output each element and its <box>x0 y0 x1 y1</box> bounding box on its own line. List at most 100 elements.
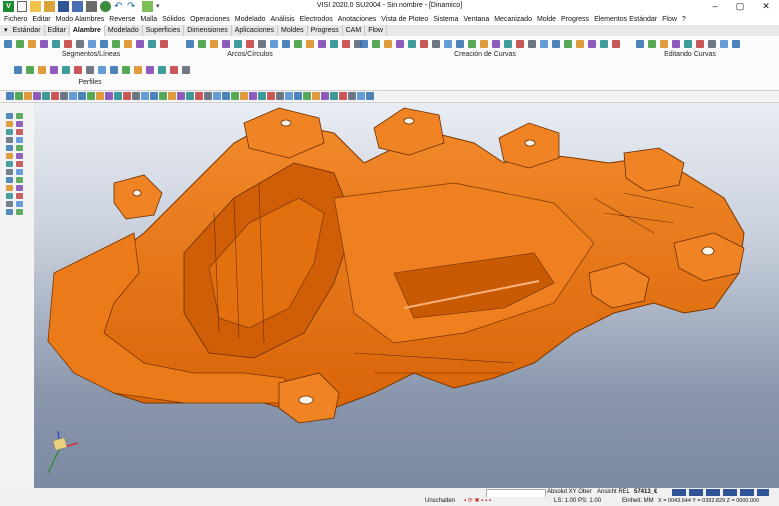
left-tool-icon-23[interactable] <box>16 201 23 207</box>
unschalten-label[interactable]: Unschalten <box>425 497 455 506</box>
ribbon-tab-6[interactable]: Aplicaciones <box>232 25 279 36</box>
left-tool-icon-6[interactable] <box>6 137 13 143</box>
minimize-button[interactable]: – <box>703 0 727 14</box>
view-tool-icon-17[interactable] <box>159 92 167 100</box>
perfiles-tool-icon-9[interactable] <box>122 66 130 74</box>
curvas-tool-icon-12[interactable] <box>504 40 512 48</box>
editando-tool-icon-5[interactable] <box>696 40 704 48</box>
segmentos-tool-icon-0[interactable] <box>4 40 12 48</box>
perfiles-tool-icon-13[interactable] <box>170 66 178 74</box>
menu-item-9[interactable]: Electrodos <box>300 14 333 25</box>
menu-item-18[interactable]: Flow <box>662 14 677 25</box>
ribbon-tab-3[interactable]: Modelado <box>105 25 143 36</box>
left-tool-icon-8[interactable] <box>6 145 13 151</box>
curvas-tool-icon-9[interactable] <box>468 40 476 48</box>
arcos-tool-icon-11[interactable] <box>318 40 326 48</box>
perfiles-tool-icon-8[interactable] <box>110 66 118 74</box>
editando-tool-icon-7[interactable] <box>720 40 728 48</box>
view-tool-icon-6[interactable] <box>60 92 68 100</box>
arcos-tool-icon-8[interactable] <box>282 40 290 48</box>
ribbon-tab-1[interactable]: Editar <box>45 25 70 36</box>
ribbon-tab-7[interactable]: Moldes <box>278 25 308 36</box>
view-tool-icon-9[interactable] <box>87 92 95 100</box>
editando-tool-icon-3[interactable] <box>672 40 680 48</box>
menu-item-1[interactable]: Editar <box>32 14 50 25</box>
segmentos-tool-icon-7[interactable] <box>88 40 96 48</box>
perfiles-tool-icon-7[interactable] <box>98 66 106 74</box>
left-tool-icon-19[interactable] <box>16 185 23 191</box>
left-tool-icon-16[interactable] <box>6 177 13 183</box>
left-tool-icon-17[interactable] <box>16 177 23 183</box>
editando-tool-icon-1[interactable] <box>648 40 656 48</box>
view-tool-icon-10[interactable] <box>96 92 104 100</box>
left-tool-icon-3[interactable] <box>16 121 23 127</box>
arcos-tool-icon-2[interactable] <box>210 40 218 48</box>
view-nav-5-icon[interactable] <box>740 489 754 496</box>
left-tool-icon-10[interactable] <box>6 153 13 159</box>
menu-item-12[interactable]: Sistema <box>433 14 458 25</box>
perfiles-tool-icon-10[interactable] <box>134 66 142 74</box>
segmentos-tool-icon-1[interactable] <box>16 40 24 48</box>
view-tool-icon-37[interactable] <box>339 92 347 100</box>
view-tool-icon-3[interactable] <box>33 92 41 100</box>
view-tool-icon-5[interactable] <box>51 92 59 100</box>
arcos-tool-icon-4[interactable] <box>234 40 242 48</box>
view-nav-6-icon[interactable] <box>757 489 769 496</box>
view-tool-icon-27[interactable] <box>249 92 257 100</box>
curvas-tool-icon-15[interactable] <box>540 40 548 48</box>
left-tool-icon-15[interactable] <box>16 169 23 175</box>
close-button[interactable]: ✕ <box>754 0 778 14</box>
view-tool-icon-39[interactable] <box>357 92 365 100</box>
view-tool-icon-8[interactable] <box>78 92 86 100</box>
left-tool-icon-22[interactable] <box>6 201 13 207</box>
curvas-tool-icon-6[interactable] <box>432 40 440 48</box>
ribbon-tab-4[interactable]: Superficies <box>143 25 185 36</box>
view-tool-icon-32[interactable] <box>294 92 302 100</box>
arcos-tool-icon-12[interactable] <box>330 40 338 48</box>
arcos-tool-icon-7[interactable] <box>270 40 278 48</box>
curvas-tool-icon-0[interactable] <box>360 40 368 48</box>
view-tool-icon-24[interactable] <box>222 92 230 100</box>
view-tool-icon-29[interactable] <box>267 92 275 100</box>
view-tool-icon-2[interactable] <box>24 92 32 100</box>
perfiles-tool-icon-2[interactable] <box>38 66 46 74</box>
curvas-tool-icon-17[interactable] <box>564 40 572 48</box>
menu-item-4[interactable]: Malla <box>140 14 157 25</box>
editando-tool-icon-0[interactable] <box>636 40 644 48</box>
status-icons[interactable]: ▪ ⟳ ✖ ▪ ▪ ▪ <box>464 497 491 506</box>
view-tool-icon-22[interactable] <box>204 92 212 100</box>
perfiles-tool-icon-1[interactable] <box>26 66 34 74</box>
menu-item-3[interactable]: Reverse <box>109 14 135 25</box>
curvas-tool-icon-13[interactable] <box>516 40 524 48</box>
curvas-tool-icon-1[interactable] <box>372 40 380 48</box>
segmentos-tool-icon-13[interactable] <box>160 40 168 48</box>
left-tool-icon-1[interactable] <box>16 113 23 119</box>
view-tool-icon-23[interactable] <box>213 92 221 100</box>
view-tool-icon-0[interactable] <box>6 92 14 100</box>
perfiles-tool-icon-0[interactable] <box>14 66 22 74</box>
maximize-button[interactable]: ▢ <box>728 0 752 14</box>
menu-item-19[interactable]: ? <box>682 14 686 25</box>
view-tool-icon-36[interactable] <box>330 92 338 100</box>
curvas-tool-icon-10[interactable] <box>480 40 488 48</box>
menu-item-5[interactable]: Sólidos <box>162 14 185 25</box>
segmentos-tool-icon-3[interactable] <box>40 40 48 48</box>
curvas-tool-icon-11[interactable] <box>492 40 500 48</box>
left-tool-icon-18[interactable] <box>6 185 13 191</box>
menu-item-11[interactable]: Vista de Ploteo <box>381 14 428 25</box>
view-tool-icon-7[interactable] <box>69 92 77 100</box>
menu-item-6[interactable]: Operaciones <box>190 14 230 25</box>
left-tool-icon-9[interactable] <box>16 145 23 151</box>
view-tool-icon-11[interactable] <box>105 92 113 100</box>
menu-item-17[interactable]: Elementos Estándar <box>594 14 657 25</box>
view-tool-icon-34[interactable] <box>312 92 320 100</box>
curvas-tool-icon-21[interactable] <box>612 40 620 48</box>
view-nav-1-icon[interactable] <box>672 489 686 496</box>
view-nav-4-icon[interactable] <box>723 489 737 496</box>
curvas-tool-icon-4[interactable] <box>408 40 416 48</box>
left-tool-icon-21[interactable] <box>16 193 23 199</box>
view-tool-icon-21[interactable] <box>195 92 203 100</box>
editando-tool-icon-4[interactable] <box>684 40 692 48</box>
view-tool-icon-28[interactable] <box>258 92 266 100</box>
view-tool-icon-40[interactable] <box>366 92 374 100</box>
